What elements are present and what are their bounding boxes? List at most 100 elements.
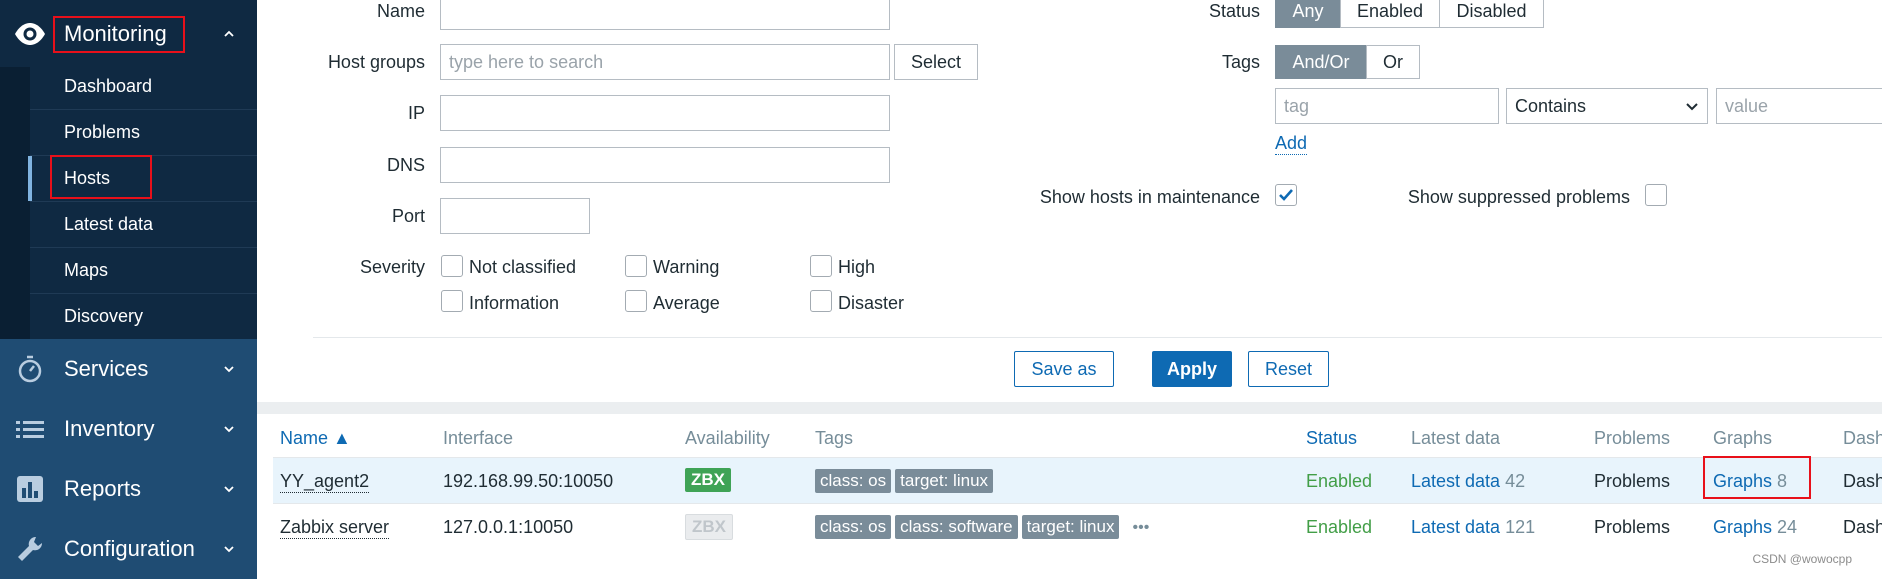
severity-label: Severity xyxy=(359,257,425,277)
name-label: Name xyxy=(376,1,425,21)
host-groups-input[interactable]: type here to search xyxy=(440,44,890,80)
apply-button[interactable]: Apply xyxy=(1152,351,1232,387)
sidebar-item-label: Problems xyxy=(64,122,141,142)
latest-data-count: 121 xyxy=(1505,517,1536,537)
tag-value-input[interactable]: value xyxy=(1716,88,1882,124)
reset-button[interactable]: Reset xyxy=(1248,351,1329,387)
host-name-link[interactable]: Zabbix server xyxy=(280,517,390,539)
sidebar-section-label: Services xyxy=(64,356,149,381)
graphs-count: 24 xyxy=(1777,517,1798,537)
latest-data-count: 42 xyxy=(1505,471,1526,491)
name-input[interactable] xyxy=(440,0,890,30)
problems-link[interactable]: Problems xyxy=(1594,517,1670,538)
dashboards-link[interactable]: Dash xyxy=(1843,471,1882,492)
sidebar-submenu-strip xyxy=(0,67,30,339)
show-maintenance-label: Show hosts in maintenance xyxy=(1039,187,1260,207)
graphs-link[interactable]: Graphs xyxy=(1713,517,1772,537)
sidebar-item-problems[interactable]: Problems xyxy=(30,110,257,156)
add-tag-link[interactable]: Add xyxy=(1275,133,1308,155)
graphs-cell: Graphs 24 xyxy=(1713,517,1797,538)
select-button[interactable]: Select xyxy=(894,44,978,80)
column-header-availability: Availability xyxy=(685,428,770,448)
graphs-link[interactable]: Graphs xyxy=(1713,471,1772,491)
host-status-toggle[interactable]: Enabled xyxy=(1306,517,1372,538)
sidebar-section-services[interactable]: Services xyxy=(0,339,257,399)
host-name-link[interactable]: YY_agent2 xyxy=(280,471,370,493)
sidebar-item-label: Dashboard xyxy=(64,76,153,96)
availability-zbx-badge: ZBX xyxy=(685,514,733,540)
latest-data-link[interactable]: Latest data xyxy=(1411,517,1500,537)
more-tags-button[interactable]: ••• xyxy=(1132,519,1149,536)
graphs-cell: Graphs 8 xyxy=(1713,471,1787,492)
port-label: Port xyxy=(391,206,425,226)
tag-name-input[interactable]: tag xyxy=(1275,88,1499,124)
host-interface: 127.0.0.1:10050 xyxy=(443,517,574,537)
severity-not-classified-label: Not classified xyxy=(469,257,577,277)
tag-badge: class: os xyxy=(815,515,892,539)
sidebar-section-configuration[interactable]: Configuration xyxy=(0,519,257,579)
wrench-icon xyxy=(18,536,43,561)
bar-chart-icon xyxy=(17,476,43,502)
tag-operator-value: Contains xyxy=(1515,96,1587,116)
port-input[interactable] xyxy=(440,198,590,234)
sidebar-section-reports[interactable]: Reports xyxy=(0,459,257,519)
tag-badge: class: os xyxy=(815,469,892,493)
chevron-up-icon xyxy=(224,30,234,37)
chevron-down-icon xyxy=(224,486,234,493)
severity-information-checkbox[interactable] xyxy=(441,290,463,312)
host-status-toggle[interactable]: Enabled xyxy=(1306,471,1372,492)
severity-disaster-label: Disaster xyxy=(838,293,905,313)
column-header-problems: Problems xyxy=(1594,428,1671,448)
sidebar-item-label: Latest data xyxy=(64,214,154,234)
status-enabled-toggle[interactable]: Enabled xyxy=(1340,0,1440,28)
sidebar-section-label: Reports xyxy=(64,476,142,501)
tags-andor-toggle[interactable]: And/Or xyxy=(1275,45,1367,79)
severity-average-checkbox[interactable] xyxy=(625,290,647,312)
column-header-tags: Tags xyxy=(815,428,854,448)
sidebar-item-hosts[interactable]: Hosts xyxy=(28,156,257,202)
sidebar-item-label: Hosts xyxy=(64,168,111,188)
ip-input[interactable] xyxy=(440,95,890,131)
latest-data-cell: Latest data 121 xyxy=(1411,517,1535,538)
latest-data-link[interactable]: Latest data xyxy=(1411,471,1500,491)
dashboards-link[interactable]: Dash xyxy=(1843,517,1882,538)
sidebar-section-inventory[interactable]: Inventory xyxy=(0,399,257,459)
sidebar-item-latest-data[interactable]: Latest data xyxy=(30,202,257,248)
show-suppressed-checkbox[interactable] xyxy=(1645,184,1667,206)
filter-divider xyxy=(313,337,1882,338)
chevron-down-icon xyxy=(224,546,234,553)
severity-high-checkbox[interactable] xyxy=(810,255,832,277)
problems-link[interactable]: Problems xyxy=(1594,471,1670,492)
tag-badge: class: software xyxy=(895,515,1018,539)
sidebar-section-label: Monitoring xyxy=(64,21,167,46)
save-as-button[interactable]: Save as xyxy=(1014,351,1114,387)
show-maintenance-checkbox[interactable] xyxy=(1275,184,1297,206)
tags-or-toggle[interactable]: Or xyxy=(1366,45,1420,79)
table-row: Zabbix server 127.0.0.1:10050 ZBX class:… xyxy=(273,503,1882,550)
severity-average-label: Average xyxy=(653,293,720,313)
sidebar-item-maps[interactable]: Maps xyxy=(30,248,257,294)
severity-disaster-checkbox[interactable] xyxy=(810,290,832,312)
column-header-name[interactable]: Name ▲ xyxy=(280,428,351,449)
ip-label: IP xyxy=(407,103,425,123)
tag-operator-select[interactable]: Contains xyxy=(1506,88,1708,124)
column-header-latest-data: Latest data xyxy=(1411,428,1501,448)
host-interface: 192.168.99.50:10050 xyxy=(443,471,614,491)
status-label: Status xyxy=(1208,1,1260,21)
column-header-interface: Interface xyxy=(443,428,514,448)
sidebar-section-label: Inventory xyxy=(64,416,155,441)
status-disabled-toggle[interactable]: Disabled xyxy=(1439,0,1544,28)
status-any-toggle[interactable]: Any xyxy=(1275,0,1341,28)
dns-input[interactable] xyxy=(440,147,890,183)
column-header-status[interactable]: Status xyxy=(1306,428,1357,449)
checkmark-icon xyxy=(1279,189,1293,201)
sidebar-item-dashboard[interactable]: Dashboard xyxy=(30,64,257,110)
severity-high-label: High xyxy=(838,257,876,277)
stopwatch-icon xyxy=(18,355,42,383)
severity-warning-checkbox[interactable] xyxy=(625,255,647,277)
severity-not-classified-checkbox[interactable] xyxy=(441,255,463,277)
sidebar-item-discovery[interactable]: Discovery xyxy=(30,294,257,339)
sidebar-item-label: Discovery xyxy=(64,306,144,326)
sidebar-section-monitoring[interactable]: Monitoring xyxy=(0,4,257,64)
dns-label: DNS xyxy=(386,155,425,175)
